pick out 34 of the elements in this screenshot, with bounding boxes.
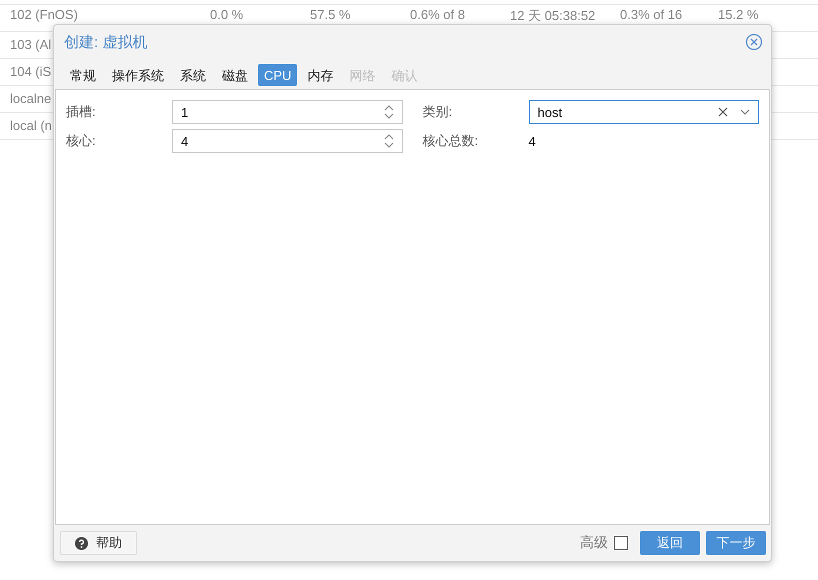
checkbox[interactable] (614, 536, 628, 550)
tab[interactable]: 常规 (64, 64, 102, 86)
tab[interactable]: 操作系统 (106, 64, 170, 86)
table-cell: localne (10, 91, 52, 106)
table-cell: 0.6% of 8 (410, 7, 465, 22)
table-cell: 15.2 % (718, 7, 758, 22)
table-cell: 0.0 % (210, 7, 244, 22)
field-label: 类别: (422, 103, 454, 121)
caret-icon[interactable] (740, 109, 750, 115)
field-label: 核心总数: (422, 132, 480, 150)
table-cell: 0.3% of 16 (620, 7, 682, 22)
field-label: 插槽: (66, 103, 97, 121)
help-icon (75, 536, 88, 550)
tab[interactable]: 内存 (301, 64, 340, 86)
help-button[interactable]: 帮助 (60, 531, 137, 555)
field-value: 4 (528, 134, 536, 148)
close-icon[interactable] (745, 33, 763, 51)
advanced-label: 高级 (580, 534, 608, 552)
table-cell: 103 (Al (10, 37, 52, 52)
table-cell: 12 天 05:38:52 (510, 7, 596, 25)
number-field[interactable]: 4 (172, 129, 402, 153)
table-cell: local (n (10, 118, 52, 133)
tab[interactable]: 系统 (174, 64, 212, 86)
spinner-icon[interactable] (384, 133, 394, 149)
clear-icon[interactable] (718, 107, 728, 117)
table-cell: 102 (FnOS) (10, 7, 78, 22)
table-cell: 57.5 % (310, 7, 350, 22)
table-cell: 104 (iS (10, 64, 52, 79)
window-title: 创建: 虚拟机 (64, 32, 148, 52)
combo-field[interactable]: host (528, 100, 759, 124)
spinner-icon[interactable] (384, 104, 394, 120)
tab[interactable]: 磁盘 (216, 64, 254, 86)
number-field[interactable]: 1 (172, 100, 402, 124)
field-label: 核心: (66, 132, 97, 150)
